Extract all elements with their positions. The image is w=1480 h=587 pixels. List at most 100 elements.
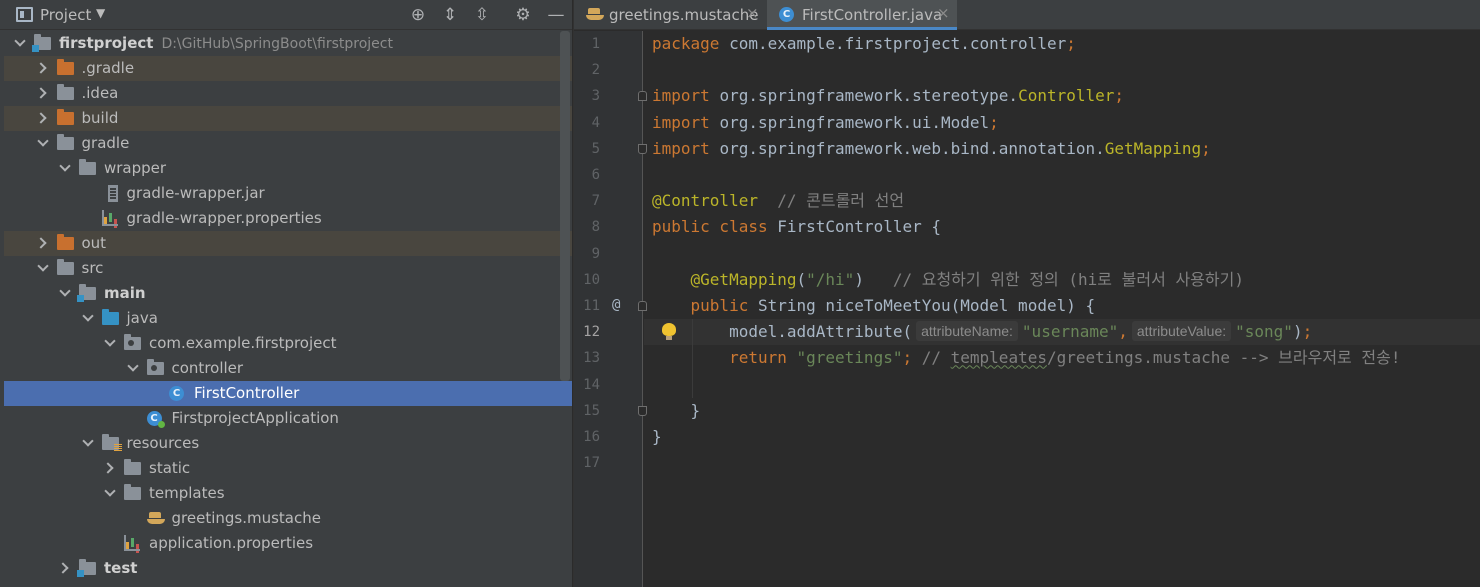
chevron-down-icon[interactable]	[82, 312, 94, 324]
tab-label: FirstController.java	[802, 6, 943, 24]
tree-item-label: .gradle	[81, 59, 135, 77]
gear-icon[interactable]: ⚙	[512, 4, 534, 26]
expand-all-icon[interactable]: ⇕	[439, 4, 461, 26]
code-line[interactable]: package com.example.firstproject.control…	[652, 31, 1076, 57]
line-number: 5	[591, 140, 600, 157]
tree-item-firstproject[interactable]: firstproject D:\GitHub\SpringBoot\firstpr…	[4, 31, 572, 56]
chevron-right-icon[interactable]	[37, 237, 49, 249]
tree-item-build[interactable]: build	[4, 106, 572, 131]
tree-item-wrapper[interactable]: wrapper	[4, 156, 572, 181]
tree-item-label: static	[149, 459, 191, 477]
close-icon[interactable]: ×	[746, 4, 759, 22]
tree-item-com-example-firstproject[interactable]: com.example.firstproject	[4, 331, 572, 356]
code-token: import	[652, 86, 720, 106]
code-token: "username"	[1021, 322, 1119, 342]
code-token: )	[1292, 322, 1303, 342]
code-token: (	[796, 269, 807, 289]
tree-item-gradle-wrapper-jar[interactable]: gradle-wrapper.jar	[4, 181, 572, 206]
chevron-down-icon[interactable]	[104, 337, 116, 349]
code-line[interactable]: }	[652, 398, 701, 424]
chevron-down-icon[interactable]	[37, 262, 49, 274]
chevron-right-icon[interactable]	[37, 87, 49, 99]
code-line[interactable]: import org.springframework.ui.Model;	[652, 110, 999, 136]
tree-item-java[interactable]: java	[4, 306, 572, 331]
tree-item-gradle[interactable]: gradle	[4, 131, 572, 156]
code-token: "/hi"	[806, 269, 855, 289]
code-line[interactable]: }	[652, 424, 662, 450]
folder-icon	[79, 159, 96, 175]
chevron-right-icon[interactable]	[59, 562, 71, 574]
project-panel: Project ▼ ⊕ ⇕ ⇳ ⚙ — firstproject D:\GitHub\Sp…	[0, 0, 572, 587]
locate-icon[interactable]: ⊕	[407, 4, 429, 26]
properties-icon	[124, 535, 140, 551]
tree-item-test[interactable]: test	[4, 556, 572, 581]
line-number: 14	[583, 376, 600, 393]
chevron-down-icon[interactable]	[104, 487, 116, 499]
tree-item-main[interactable]: main	[4, 281, 572, 306]
code-line[interactable]: public String niceToMeetYou(Model model)…	[652, 293, 1096, 319]
tree-item-greetings-mustache[interactable]: greetings.mustache	[4, 506, 572, 531]
code-line[interactable]: public class FirstController {	[652, 214, 941, 240]
chevron-down-icon[interactable]	[59, 287, 71, 299]
code-line[interactable]: @Controller // 콘트롤러 선언	[652, 188, 904, 214]
chevron-down-icon[interactable]: ▼	[96, 6, 105, 20]
tree-item-firstprojectapplication[interactable]: C FirstprojectApplication	[4, 406, 572, 431]
project-panel-title[interactable]: Project	[40, 6, 91, 24]
project-tree-scrollbar[interactable]	[560, 31, 570, 381]
tree-item-controller[interactable]: controller	[4, 356, 572, 381]
tree-item-application-properties[interactable]: application.properties	[4, 531, 572, 556]
code-token: // 콘트롤러 선언	[757, 191, 905, 211]
code-line[interactable]: model.addAttribute(attributeName: "userna…	[652, 319, 1312, 345]
tree-item-templates[interactable]: templates	[4, 481, 572, 506]
tab-firstcontroller-java[interactable]: C FirstController.java ×	[767, 0, 957, 30]
hide-icon[interactable]: —	[545, 4, 567, 26]
code-line[interactable]: import org.springframework.stereotype.Co…	[652, 83, 1124, 109]
tree-item-resources[interactable]: resources	[4, 431, 572, 456]
folder-icon	[56, 84, 74, 100]
project-view-icon[interactable]	[16, 7, 33, 22]
chevron-down-icon[interactable]	[127, 362, 139, 374]
tree-item-gradle-wrapper-properties[interactable]: gradle-wrapper.properties	[4, 206, 572, 231]
indent-guide	[692, 319, 693, 398]
chevron-down-icon[interactable]	[37, 137, 49, 149]
code-area[interactable]: package com.example.firstproject.control…	[644, 31, 1480, 587]
editor-tab-bar: greetings.mustache × C FirstController.java…	[574, 0, 1480, 30]
chevron-down-icon[interactable]	[82, 437, 94, 449]
folder-module-icon	[77, 284, 96, 302]
chevron-right-icon[interactable]	[104, 462, 116, 474]
editor-gutter: 1 2 3 4 5 6 7 8 9 10 11 12 13 14 15 16 17 @	[574, 31, 647, 587]
line-number: 12	[583, 324, 600, 341]
close-icon[interactable]: ×	[937, 4, 950, 22]
line-number: 1	[591, 36, 600, 52]
tree-item-static[interactable]: static	[4, 456, 572, 481]
code-token: org.springframework.stereotype.	[719, 86, 1019, 106]
tree-item-gradle[interactable]: .gradle	[4, 56, 572, 81]
collapse-all-icon[interactable]: ⇳	[471, 4, 493, 26]
code-token: public	[690, 296, 758, 315]
line-number: 4	[591, 114, 600, 131]
code-token: }	[652, 427, 662, 446]
override-marker-icon[interactable]: @	[612, 297, 620, 313]
chevron-right-icon[interactable]	[37, 112, 49, 124]
chevron-right-icon[interactable]	[37, 62, 49, 74]
tab-greetings-mustache[interactable]: greetings.mustache ×	[574, 0, 766, 30]
chevron-down-icon[interactable]	[59, 162, 71, 174]
code-token: FirstController {	[777, 217, 941, 237]
lightbulb-icon[interactable]	[662, 323, 676, 341]
parameter-hint: attributeValue:	[1131, 321, 1232, 342]
code-line[interactable]: import org.springframework.web.bind.anno…	[652, 136, 1211, 162]
code-token: ;	[1201, 138, 1211, 158]
tree-item-out[interactable]: out	[4, 231, 572, 256]
chevron-down-icon[interactable]	[14, 37, 26, 49]
code-token: import	[652, 112, 720, 132]
tree-item-idea[interactable]: .idea	[4, 81, 572, 106]
code-line[interactable]: @GetMapping("/hi") // 요청하기 위한 정의 (hi로 불러…	[652, 267, 1244, 293]
tree-item-firstcontroller[interactable]: C FirstController	[4, 381, 572, 406]
line-number: 17	[583, 455, 600, 472]
code-line[interactable]: return "greetings"; // templeates/greeti…	[652, 345, 1400, 371]
tree-item-src[interactable]: src	[4, 256, 572, 281]
tree-item-label: resources	[126, 434, 200, 452]
code-token: ;	[1066, 34, 1076, 53]
